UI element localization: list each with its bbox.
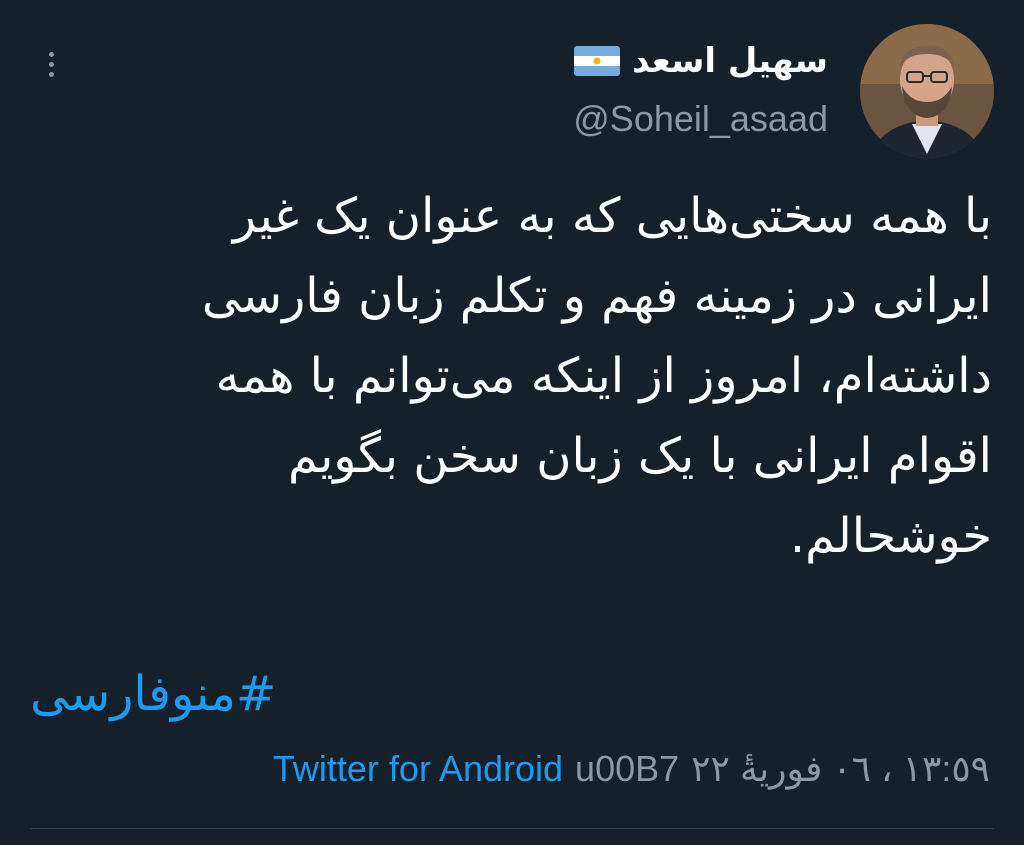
tweet-card: سهیل اسعد @Soheil_asaad با همه سختی‌هایی…: [0, 0, 1024, 845]
display-name[interactable]: سهیل اسعد: [632, 41, 828, 81]
user-handle[interactable]: @Soheil_asaad: [573, 98, 828, 140]
meta-separator: u00B7: [575, 748, 680, 789]
tweet-header: سهیل اسعد @Soheil_asaad: [573, 38, 828, 140]
more-options-button[interactable]: [36, 44, 66, 84]
argentina-flag-icon: [574, 46, 621, 76]
timestamp[interactable]: ١٣:٥٩ ، ٠٦ فوريةٔ ٢٢: [691, 748, 990, 790]
source-link[interactable]: Twitter for Android: [273, 748, 563, 790]
more-vertical-icon-dot: [48, 51, 54, 57]
tweet-meta: ١٣:٥٩ ، ٠٦ فوريةٔ ٢٢ u00B7 Twitter for A…: [273, 748, 990, 790]
more-vertical-icon-dot: [48, 71, 54, 77]
avatar[interactable]: [860, 24, 994, 158]
more-vertical-icon-dot: [48, 61, 54, 67]
hashtag-link[interactable]: #منوفارسی: [30, 666, 276, 722]
name-row: سهیل اسعد: [573, 38, 828, 84]
avatar-photo: [860, 24, 994, 158]
divider: [30, 828, 994, 829]
tweet-text: با همه سختی‌هایی که به عنوان یک غیر ایرا…: [201, 188, 992, 564]
